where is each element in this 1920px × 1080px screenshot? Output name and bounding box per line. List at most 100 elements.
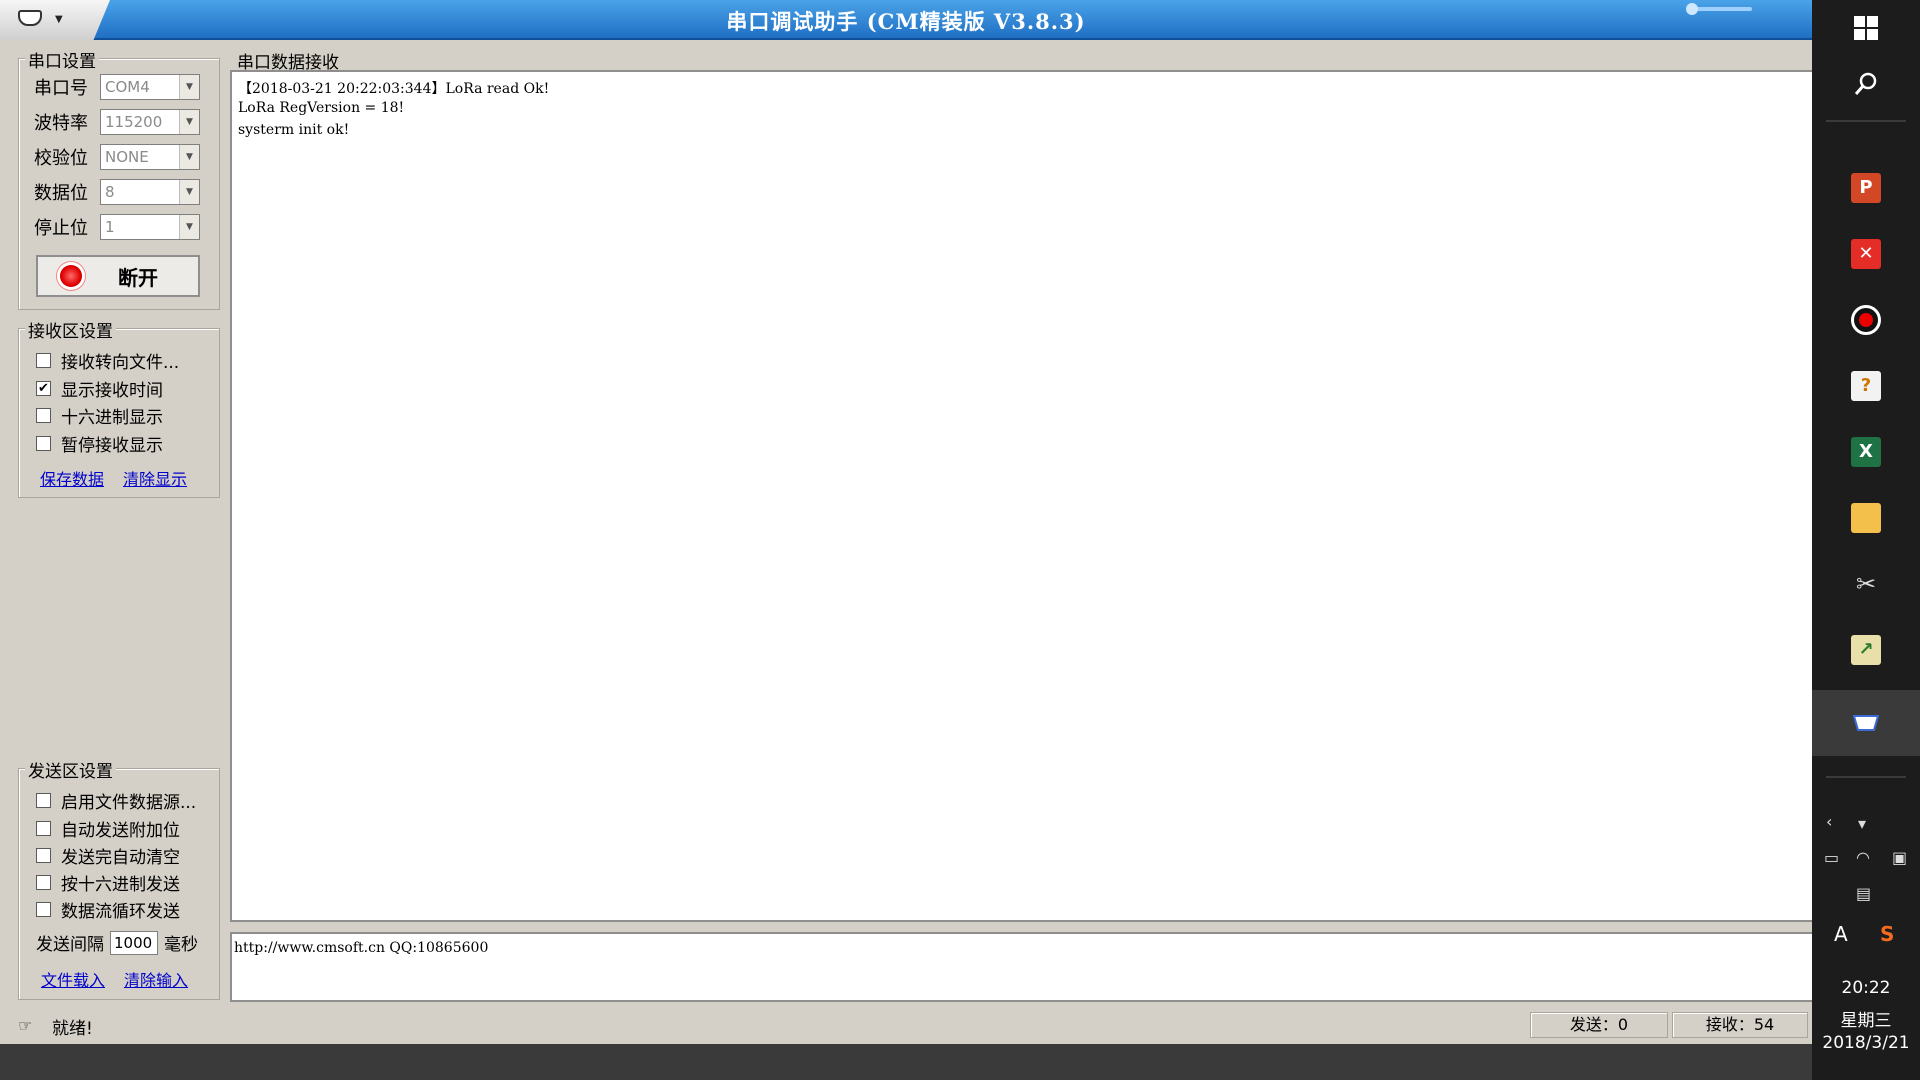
receive-settings-title: 接收区设置	[25, 317, 116, 342]
send-interval-row: 发送间隔 1000 毫秒	[36, 930, 198, 955]
checkbox-auto-clear[interactable]: 发送完自动清空	[36, 843, 180, 868]
taskbar: P ✕ ? X ✂ ↗ ‹ ▾ ▭ ◠ ▣ ▤ A S 20:22 星期三 20…	[1812, 0, 1920, 1080]
baud-select[interactable]: 115200 ▼	[100, 109, 200, 135]
parity-value: NONE	[105, 148, 149, 166]
dropdown-arrow-icon[interactable]: ▼	[179, 145, 199, 169]
send-textarea[interactable]: http://www.cmsoft.cn QQ:10865600	[230, 932, 1812, 1002]
checkbox-box[interactable]	[36, 793, 51, 808]
serial-assistant-icon	[1842, 699, 1890, 747]
xmind-icon[interactable]: ✕	[1842, 230, 1890, 278]
checkbox-label: 暂停接收显示	[61, 436, 163, 456]
port-value: COM4	[105, 78, 150, 96]
send-interval-input[interactable]: 1000	[110, 930, 158, 955]
window-title: 串口调试助手 (CM精装版 V3.8.3)	[726, 9, 1086, 34]
wifi-icon[interactable]: ◠	[1856, 848, 1870, 867]
checkbox-box[interactable]	[36, 353, 51, 368]
status-text: 就绪!	[52, 1019, 93, 1039]
checkbox-label: 显示接收时间	[61, 381, 163, 401]
checkbox-file-source[interactable]: 启用文件数据源...	[36, 788, 196, 813]
chart-app-icon[interactable]: ↗	[1842, 626, 1890, 674]
baud-label: 波特率	[34, 113, 88, 134]
port-label: 串口号	[34, 78, 88, 99]
ime-indicator[interactable]: A	[1834, 922, 1848, 946]
checkbox-label: 发送完自动清空	[61, 848, 180, 868]
sogou-input-icon[interactable]: S	[1880, 922, 1894, 946]
windows-start-icon[interactable]	[1842, 4, 1890, 52]
databits-select[interactable]: 8 ▼	[100, 179, 200, 205]
screen-recorder-icon[interactable]	[1842, 296, 1890, 344]
disconnect-button[interactable]: 断开	[36, 255, 200, 297]
clear-display-link[interactable]: 清除显示	[123, 466, 187, 490]
show-hidden-icons-chevron-icon[interactable]: ‹	[1826, 812, 1832, 831]
checkbox-label: 自动发送附加位	[61, 821, 180, 841]
checkbox-box-checked[interactable]: ✔	[36, 381, 51, 396]
serial-settings-title: 串口设置	[25, 47, 99, 72]
checkbox-box[interactable]	[36, 821, 51, 836]
checkbox-auto-append[interactable]: 自动发送附加位	[36, 816, 180, 841]
sent-count: 发送：0	[1530, 1012, 1668, 1038]
send-interval-label: 发送间隔	[36, 935, 104, 955]
checkbox-show-receive-time[interactable]: ✔ 显示接收时间	[36, 376, 163, 401]
clock-day[interactable]: 星期三	[1812, 1006, 1920, 1031]
send-interval-unit: 毫秒	[164, 935, 198, 955]
checkbox-label: 按十六进制发送	[61, 875, 180, 895]
dropdown-arrow-icon[interactable]: ▼	[179, 215, 199, 239]
checkbox-loop-send[interactable]: 数据流循环发送	[36, 897, 180, 922]
transparency-slider[interactable]	[1686, 3, 1752, 15]
taskbar-active-item[interactable]	[1812, 690, 1920, 756]
clock-time[interactable]: 20:22	[1812, 978, 1920, 998]
checkbox-hex-send[interactable]: 按十六进制发送	[36, 870, 180, 895]
port-status-led-icon	[60, 265, 82, 287]
notifications-icon[interactable]: ▤	[1856, 884, 1871, 903]
send-text: http://www.cmsoft.cn QQ:10865600	[234, 940, 489, 956]
parity-select[interactable]: NONE ▼	[100, 144, 200, 170]
databits-row: 数据位 8 ▼	[34, 179, 200, 205]
search-icon[interactable]	[1842, 60, 1890, 108]
stopbits-row: 停止位 1 ▼	[34, 214, 200, 240]
checkbox-box[interactable]	[36, 436, 51, 451]
checkbox-box[interactable]	[36, 408, 51, 423]
battery-icon[interactable]: ▭	[1824, 848, 1839, 867]
stopbits-value: 1	[105, 218, 115, 236]
receive-line: LoRa RegVersion = 18!	[238, 100, 405, 116]
checkbox-receive-to-file[interactable]: 接收转向文件...	[36, 348, 179, 373]
parity-label: 校验位	[34, 148, 88, 169]
pointing-hand-icon: ☞	[18, 1016, 33, 1035]
powerpoint-icon[interactable]: P	[1842, 164, 1890, 212]
receive-line: systerm init ok!	[238, 122, 350, 138]
tools-icon[interactable]: ✂	[1842, 560, 1890, 608]
file-explorer-icon[interactable]	[1842, 494, 1890, 542]
checkbox-hex-display[interactable]: 十六进制显示	[36, 403, 163, 428]
baud-value: 115200	[105, 113, 163, 131]
received-count: 接收：54	[1672, 1012, 1808, 1038]
checkbox-label: 启用文件数据源...	[61, 793, 197, 813]
checkbox-box[interactable]	[36, 875, 51, 890]
receive-textarea[interactable]: 【2018-03-21 20:22:03:344】LoRa read Ok! L…	[230, 70, 1812, 922]
stopbits-select[interactable]: 1 ▼	[100, 214, 200, 240]
send-settings-title: 发送区设置	[25, 757, 116, 782]
checkbox-pause-display[interactable]: 暂停接收显示	[36, 431, 163, 456]
security-icon[interactable]: ▣	[1892, 848, 1907, 867]
status-bar: ☞ 就绪! 发送：0 接收：54	[12, 1010, 1812, 1040]
databits-value: 8	[105, 183, 115, 201]
checkbox-box[interactable]	[36, 902, 51, 917]
clear-input-link[interactable]: 清除输入	[124, 967, 188, 991]
databits-label: 数据位	[34, 183, 88, 204]
bottom-strip	[0, 1044, 1812, 1080]
taskbar-separator	[1826, 120, 1906, 122]
help-tool-icon[interactable]: ?	[1842, 362, 1890, 410]
disconnect-button-label: 断开	[118, 265, 158, 290]
dropdown-arrow-icon[interactable]: ▼	[179, 75, 199, 99]
excel-icon[interactable]: X	[1842, 428, 1890, 476]
port-select[interactable]: COM4 ▼	[100, 74, 200, 100]
load-file-link[interactable]: 文件载入	[41, 967, 105, 991]
checkbox-box[interactable]	[36, 848, 51, 863]
save-data-link[interactable]: 保存数据	[40, 466, 104, 490]
app-window: ▼ 串口调试助手 (CM精装版 V3.8.3) 串口设置 串口号 COM4 ▼ 波…	[0, 0, 1812, 1080]
parity-row: 校验位 NONE ▼	[34, 144, 200, 170]
clock-date[interactable]: 2018/3/21	[1812, 1033, 1920, 1053]
dropdown-arrow-icon[interactable]: ▼	[179, 110, 199, 134]
title-bar[interactable]: ▼ 串口调试助手 (CM精装版 V3.8.3)	[0, 0, 1812, 40]
serial-tray-icon[interactable]: ▾	[1858, 814, 1866, 833]
dropdown-arrow-icon[interactable]: ▼	[179, 180, 199, 204]
